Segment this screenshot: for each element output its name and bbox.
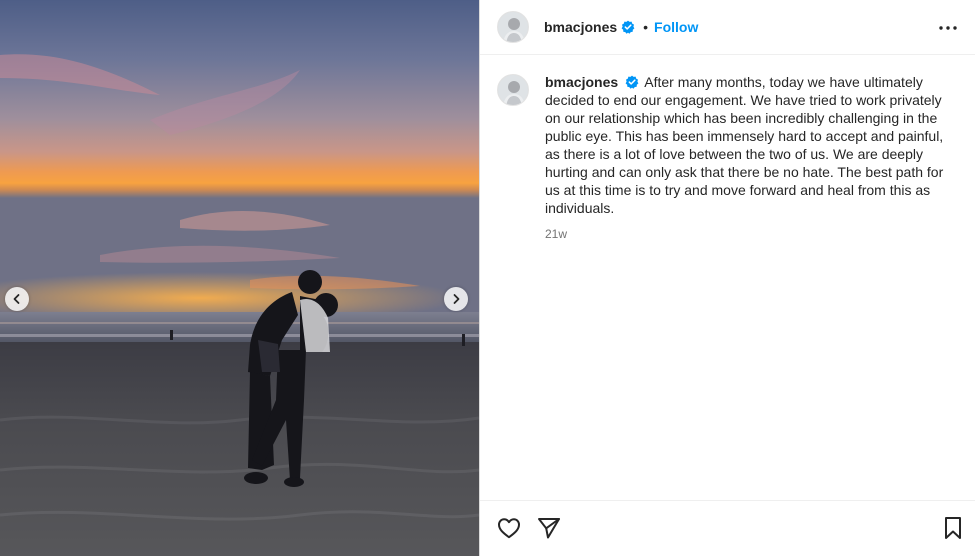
post-details-panel: bmacjones • Follow bmacjones After many … (479, 0, 975, 556)
profile-avatar[interactable] (497, 11, 529, 43)
save-button[interactable] (940, 515, 966, 541)
next-photo-button[interactable] (444, 287, 468, 311)
post-media[interactable] (0, 0, 479, 556)
post-timestamp[interactable]: 21w (545, 227, 950, 241)
follow-button[interactable]: Follow (654, 19, 698, 35)
share-button[interactable] (536, 515, 562, 541)
paper-plane-icon (538, 518, 560, 539)
verified-badge-icon (625, 75, 639, 89)
instagram-post: bmacjones • Follow bmacjones After many … (0, 0, 975, 556)
caption-username[interactable]: bmacjones (545, 74, 618, 90)
post-photo (0, 0, 479, 556)
header-username[interactable]: bmacjones (544, 19, 617, 35)
chevron-left-icon (13, 294, 20, 304)
caption-text: After many months, today we have ultimat… (545, 74, 944, 216)
action-bar (480, 500, 975, 556)
header-separator: • (643, 19, 649, 35)
more-options-button[interactable] (936, 16, 960, 40)
verified-badge-icon (621, 20, 635, 34)
comments-section: bmacjones After many months, today we ha… (480, 56, 975, 500)
caption-avatar[interactable] (497, 74, 529, 106)
caption-body: bmacjones After many months, today we ha… (545, 73, 950, 241)
avatar-photo (498, 75, 528, 105)
bookmark-icon (945, 517, 961, 539)
chevron-right-icon (453, 294, 460, 304)
previous-photo-button[interactable] (5, 287, 29, 311)
like-button[interactable] (496, 515, 522, 541)
more-options-icon (939, 26, 957, 30)
caption-text-block: bmacjones After many months, today we ha… (545, 73, 950, 217)
heart-icon (498, 518, 520, 539)
avatar-photo (498, 12, 528, 42)
caption: bmacjones After many months, today we ha… (497, 73, 967, 241)
post-header: bmacjones • Follow (480, 0, 975, 55)
